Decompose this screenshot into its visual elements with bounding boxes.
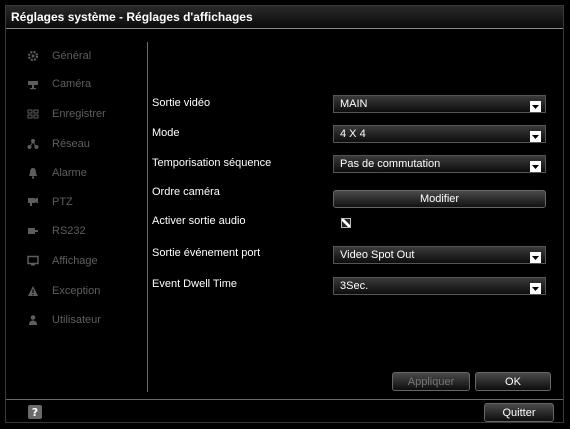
event-dwell-time-value: 3Sec. [340,280,369,292]
ok-button[interactable]: OK [475,372,551,391]
sequence-dwell-label: Temporisation séquence [152,157,272,169]
sidebar-item-ptz[interactable]: PTZ [20,191,146,213]
sidebar-item-label: Utilisateur [52,314,101,326]
sidebar-item-record[interactable]: Enregistrer [20,103,146,125]
chevron-down-icon [530,99,541,112]
user-icon [26,313,40,327]
warning-icon [26,284,40,298]
chevron-down-icon [530,250,541,263]
help-icon[interactable]: ? [28,405,42,419]
event-dwell-time-label: Event Dwell Time [152,278,237,290]
mode-select[interactable]: 4 X 4 [333,125,546,143]
sidebar-item-camera[interactable]: Caméra [20,73,146,95]
camera-icon [26,77,40,91]
audio-output-label: Activer sortie audio [152,215,246,227]
mode-value: 4 X 4 [340,128,366,140]
sidebar-item-user[interactable]: Utilisateur [20,309,146,331]
gear-icon [26,49,40,63]
sidebar-item-display[interactable]: Affichage [20,250,146,272]
chevron-down-icon [530,159,541,172]
modify-camera-order-button[interactable]: Modifier [333,190,546,208]
sidebar-item-label: RS232 [52,225,86,237]
chevron-down-icon [530,129,541,142]
sidebar-item-label: Général [52,50,92,62]
sidebar-item-exception[interactable]: Exception [20,280,146,302]
audio-output-checkbox[interactable] [341,218,351,228]
footer-divider [6,399,563,400]
sidebar-item-label: Affichage [52,255,98,267]
event-dwell-time-select[interactable]: 3Sec. [333,277,546,295]
sidebar-item-label: PTZ [52,196,73,208]
video-output-select[interactable]: MAIN [333,95,546,113]
sidebar-divider [147,42,148,392]
sidebar-item-alarm[interactable]: Alarme [20,162,146,184]
video-output-value: MAIN [340,98,368,110]
ptz-icon [26,195,40,209]
svg-text:?: ? [32,406,38,419]
monitor-icon [26,254,40,268]
sequence-dwell-select[interactable]: Pas de commutation [333,155,546,173]
checkmark-icon [342,219,350,227]
sidebar-item-label: Alarme [52,167,87,179]
serial-port-icon [26,224,40,238]
record-icon [26,107,40,121]
chevron-down-icon [530,281,541,294]
mode-label: Mode [152,127,180,139]
event-output-port-value: Video Spot Out [340,249,415,261]
window-title: Réglages système - Réglages d'affichages [11,10,253,24]
sidebar-item-rs232[interactable]: RS232 [20,220,146,242]
apply-button[interactable]: Appliquer [392,372,470,391]
sidebar-item-network[interactable]: Réseau [20,133,146,155]
title-bar: Réglages système - Réglages d'affichages [6,6,563,29]
sidebar-item-label: Réseau [52,138,90,150]
settings-window: Réglages système - Réglages d'affichages… [5,5,564,423]
video-output-label: Sortie vidéo [152,97,211,109]
sidebar-item-label: Enregistrer [52,108,106,120]
network-icon [26,137,40,151]
sidebar-item-general[interactable]: Général [20,45,146,67]
sidebar-item-label: Exception [52,285,101,297]
event-output-port-select[interactable]: Video Spot Out [333,246,546,264]
event-output-port-label: Sortie événement port [152,247,261,259]
camera-order-label: Ordre caméra [152,186,220,198]
alarm-icon [26,166,40,180]
sequence-dwell-value: Pas de commutation [340,158,441,170]
sidebar-item-label: Caméra [52,78,92,90]
quit-button[interactable]: Quitter [484,403,554,422]
